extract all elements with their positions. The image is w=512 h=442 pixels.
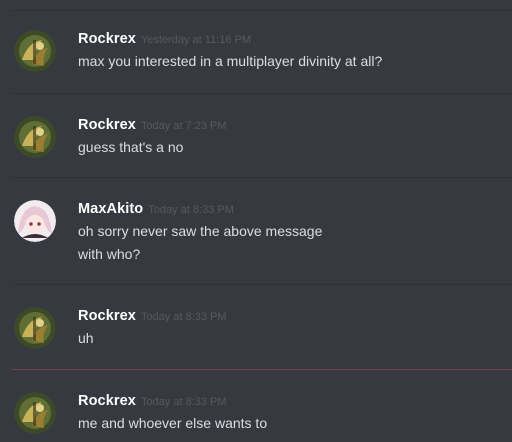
timestamp: Today at 8:33 PM [140, 311, 227, 323]
message-divider [12, 177, 512, 178]
username[interactable]: Rockrex [78, 393, 136, 409]
username[interactable]: Rockrex [78, 308, 136, 324]
message-text: with who? [78, 246, 141, 262]
rockrex-avatar-image [14, 30, 56, 72]
message-header: Rockrex Yesterday at 11:16 PM [78, 30, 251, 49]
message-header: Rockrex Today at 7:23 PM [78, 116, 227, 135]
rockrex-avatar-image [14, 392, 56, 434]
message-text: guess that's a no [78, 139, 184, 155]
maxakito-avatar[interactable] [14, 200, 56, 242]
timestamp: Today at 8:33 PM [140, 396, 227, 408]
message-text: me and whoever else wants to [78, 415, 268, 431]
message-header: MaxAkito Today at 8:33 PM [78, 200, 234, 219]
username[interactable]: Rockrex [78, 117, 136, 133]
message-text: max you interested in a multiplayer divi… [78, 53, 383, 69]
timestamp: Today at 7:23 PM [140, 120, 227, 132]
message-header: Rockrex Today at 8:33 PM [78, 392, 227, 411]
rockrex-avatar[interactable] [14, 30, 56, 72]
timestamp: Today at 8:33 PM [148, 204, 234, 216]
timestamp: Yesterday at 11:16 PM [140, 34, 252, 46]
rockrex-avatar[interactable] [14, 116, 56, 158]
username[interactable]: MaxAkito [78, 201, 143, 217]
message-divider [12, 10, 512, 11]
maxakito-avatar-image [14, 200, 56, 242]
message-text: uh [78, 330, 94, 346]
message-divider [12, 284, 512, 285]
rockrex-avatar-image [14, 116, 56, 158]
new-messages-divider [12, 369, 512, 370]
message-text: oh sorry never saw the above message [78, 223, 323, 239]
message-header: Rockrex Today at 8:33 PM [78, 307, 227, 326]
chat-messages: Rockrex Yesterday at 11:16 PM max you int… [0, 0, 512, 442]
message-divider [12, 93, 512, 94]
rockrex-avatar[interactable] [14, 307, 56, 349]
rockrex-avatar[interactable] [14, 392, 56, 434]
rockrex-avatar-image [14, 307, 56, 349]
username[interactable]: Rockrex [78, 31, 136, 47]
